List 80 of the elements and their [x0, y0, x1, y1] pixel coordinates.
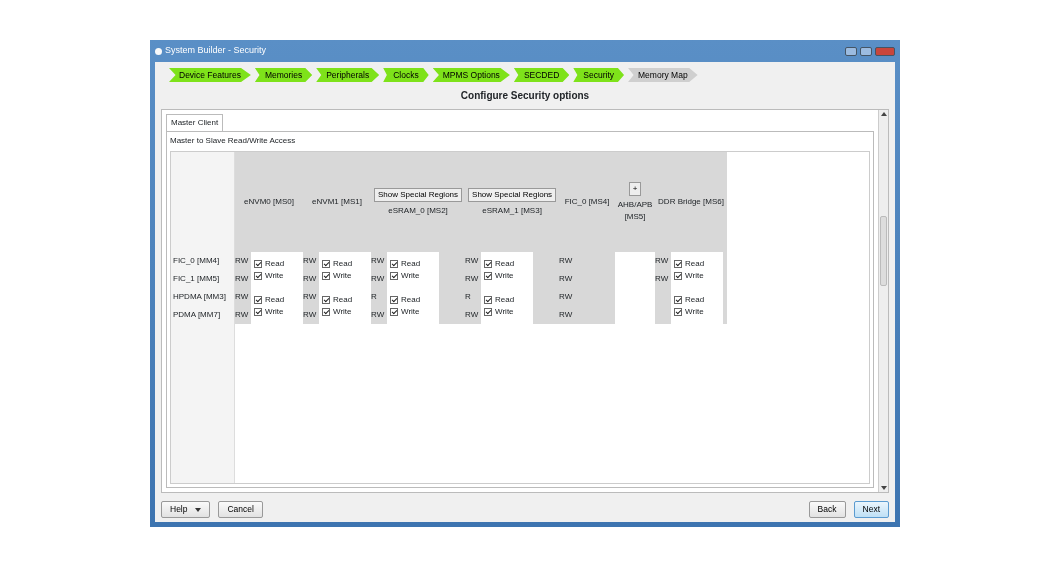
wizard-step[interactable]: Peripherals	[316, 68, 380, 82]
permission-checkbox[interactable]: Write	[390, 306, 439, 318]
permission-checkbox[interactable]: Write	[484, 270, 534, 282]
window-title: System Builder - Security	[165, 44, 267, 58]
access-label: RW	[235, 309, 250, 321]
wizard-step[interactable]: Memories	[254, 68, 313, 82]
permission-checkbox[interactable]: Write	[674, 270, 724, 282]
wizard-step[interactable]: Memory Map	[628, 68, 698, 82]
permission-checkbox[interactable]: Write	[322, 306, 371, 318]
access-label: RW	[559, 309, 574, 321]
close-button[interactable]	[875, 46, 895, 56]
permission-checkbox[interactable]: Write	[254, 270, 303, 282]
access-label: RW	[371, 309, 386, 321]
access-label: RW	[235, 273, 250, 285]
row-header: FIC_0 [MM4]	[172, 255, 221, 267]
special-regions-button[interactable]: Show Special Regions	[374, 187, 463, 202]
access-label: RW	[655, 273, 670, 285]
page-heading: Configure Security options	[459, 89, 591, 103]
permission-checkbox[interactable]: Read	[674, 294, 724, 306]
wizard-step[interactable]: Clocks	[383, 68, 429, 82]
column-label: DDR Bridge [MS6]	[658, 196, 724, 208]
access-label: RW	[235, 255, 250, 267]
scroll-up-icon[interactable]	[880, 112, 887, 116]
column-label: FIC_0 [MS4]	[564, 196, 610, 208]
app-icon	[155, 47, 162, 55]
column-label: eNVM0 [MS0]	[244, 196, 294, 208]
access-label: RW	[303, 291, 318, 303]
maximize-button[interactable]	[860, 46, 872, 56]
permission-checkbox[interactable]: Write	[390, 270, 439, 282]
scrollbar[interactable]	[878, 110, 888, 493]
permission-checkbox[interactable]: Read	[484, 258, 534, 270]
access-label: RW	[371, 255, 386, 267]
access-label: RW	[465, 273, 480, 285]
row-header: HPDMA [MM3]	[172, 291, 227, 303]
special-regions-button[interactable]: +	[628, 181, 642, 196]
access-label: R	[465, 291, 472, 303]
wizard-step[interactable]: MPMS Options	[432, 68, 510, 82]
row-header: PDMA [MM7]	[172, 309, 222, 321]
wizard-step[interactable]: Security	[573, 68, 625, 82]
permission-checkbox[interactable]: Write	[322, 270, 371, 282]
permission-checkbox[interactable]: Read	[322, 258, 371, 270]
permission-checkbox[interactable]: Write	[254, 306, 303, 318]
permission-checkbox[interactable]: Read	[484, 294, 534, 306]
access-label: RW	[303, 309, 318, 321]
section-title: Master to Slave Read/Write Access	[170, 135, 297, 147]
column-label: AHB/APB [MS5]	[617, 198, 653, 223]
wizard-step[interactable]: Device Features	[169, 68, 251, 82]
access-label: RW	[559, 255, 574, 267]
access-label: RW	[655, 255, 670, 267]
permission-checkbox[interactable]: Write	[674, 306, 724, 318]
permission-checkbox[interactable]: Read	[390, 294, 439, 306]
access-label: RW	[235, 291, 250, 303]
access-label: RW	[559, 273, 574, 285]
permission-checkbox[interactable]: Read	[254, 294, 303, 306]
footer-button[interactable]: Back	[808, 501, 846, 518]
permission-checkbox[interactable]: Read	[254, 258, 303, 270]
column-label: eSRAM_1 [MS3]	[482, 204, 542, 217]
permission-checkbox[interactable]: Read	[390, 258, 439, 270]
tab[interactable]: Master Client	[166, 114, 224, 131]
scroll-thumb[interactable]	[880, 216, 887, 287]
permission-checkbox[interactable]: Read	[674, 258, 724, 270]
permission-checkbox[interactable]: Read	[322, 294, 371, 306]
access-label: RW	[303, 273, 318, 285]
special-regions-button[interactable]: Show Special Regions	[468, 187, 557, 202]
wizard-step[interactable]: SECDED	[513, 68, 570, 82]
access-label: RW	[559, 291, 574, 303]
access-label: RW	[465, 255, 480, 267]
footer-button[interactable]: Help	[161, 501, 211, 518]
access-label: RW	[303, 255, 318, 267]
scroll-down-icon[interactable]	[880, 486, 887, 491]
column-label: eNVM1 [MS1]	[312, 196, 362, 208]
column-label: eSRAM_0 [MS2]	[388, 204, 448, 217]
access-label: RW	[465, 309, 480, 321]
access-label: R	[371, 291, 378, 303]
permission-checkbox[interactable]: Write	[484, 306, 534, 318]
footer-button[interactable]: Cancel	[218, 501, 263, 518]
minimize-button[interactable]	[845, 46, 857, 56]
footer-button[interactable]: Next	[853, 501, 889, 518]
access-label: RW	[371, 273, 386, 285]
row-header: FIC_1 [MM5]	[172, 273, 221, 285]
